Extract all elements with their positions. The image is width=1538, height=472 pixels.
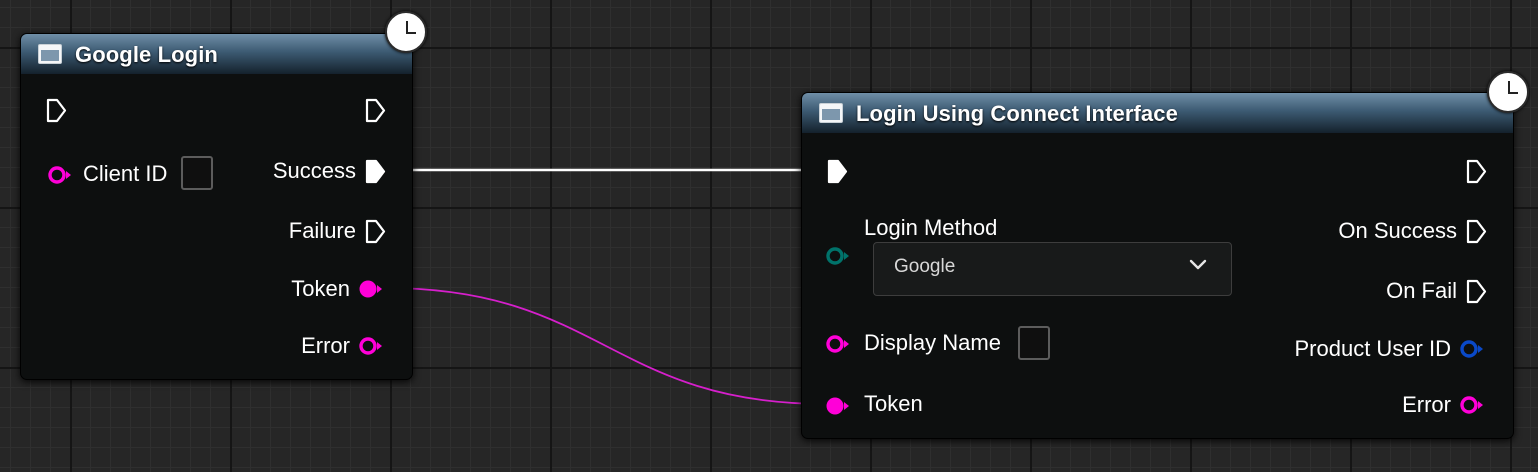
string-pin-icon[interactable] xyxy=(358,336,384,356)
login-method-selected: Google xyxy=(894,256,956,277)
login-connect-node[interactable]: Login Using Connect Interface Login Meth… xyxy=(801,92,1514,439)
product-user-id-label: Product User ID xyxy=(1294,336,1452,361)
exec-in-pin[interactable] xyxy=(827,159,848,184)
string-pin-icon[interactable] xyxy=(47,165,73,185)
function-icon xyxy=(38,44,62,64)
exec-out-failure-pin[interactable] xyxy=(365,219,386,244)
success-label: Success xyxy=(272,158,356,183)
exec-out-on-success-pin[interactable] xyxy=(1466,219,1487,244)
display-name-label: Display Name xyxy=(864,330,1001,355)
error-out-label: Error xyxy=(1402,392,1451,417)
on-fail-label: On Fail xyxy=(1386,278,1457,303)
exec-out-on-fail-pin[interactable] xyxy=(1466,279,1487,304)
client-id-label: Client ID xyxy=(83,161,168,186)
string-pin-icon[interactable] xyxy=(825,334,851,354)
login-method-dropdown[interactable]: Google xyxy=(873,242,1232,296)
error-out-label: Error xyxy=(301,333,350,358)
node-title: Login Using Connect Interface xyxy=(856,101,1178,126)
string-wire-token-to-token[interactable] xyxy=(385,287,827,405)
struct-pin-icon[interactable] xyxy=(1459,339,1485,359)
string-pin-icon[interactable] xyxy=(1459,395,1485,415)
failure-label: Failure xyxy=(288,218,356,243)
string-pin-icon[interactable] xyxy=(358,279,384,299)
exec-in-pin[interactable] xyxy=(46,98,67,123)
string-pin-icon[interactable] xyxy=(825,396,851,416)
token-out-label: Token xyxy=(291,276,350,301)
exec-out-success-pin[interactable] xyxy=(365,159,386,184)
enum-pin-icon[interactable] xyxy=(825,246,851,266)
token-in-label: Token xyxy=(864,391,923,416)
client-id-checkbox[interactable] xyxy=(181,156,213,190)
chevron-down-icon xyxy=(1189,259,1207,270)
clock-icon xyxy=(385,11,427,53)
clock-icon xyxy=(1487,71,1529,113)
display-name-checkbox[interactable] xyxy=(1018,326,1050,360)
function-icon xyxy=(819,103,843,123)
node-title: Google Login xyxy=(75,42,218,67)
google-login-node[interactable]: Google Login Client ID Success Failure T… xyxy=(20,33,413,380)
exec-out-pin[interactable] xyxy=(365,98,386,123)
login-method-label: Login Method xyxy=(864,215,998,240)
on-success-label: On Success xyxy=(1338,218,1457,243)
exec-out-pin[interactable] xyxy=(1466,159,1487,184)
